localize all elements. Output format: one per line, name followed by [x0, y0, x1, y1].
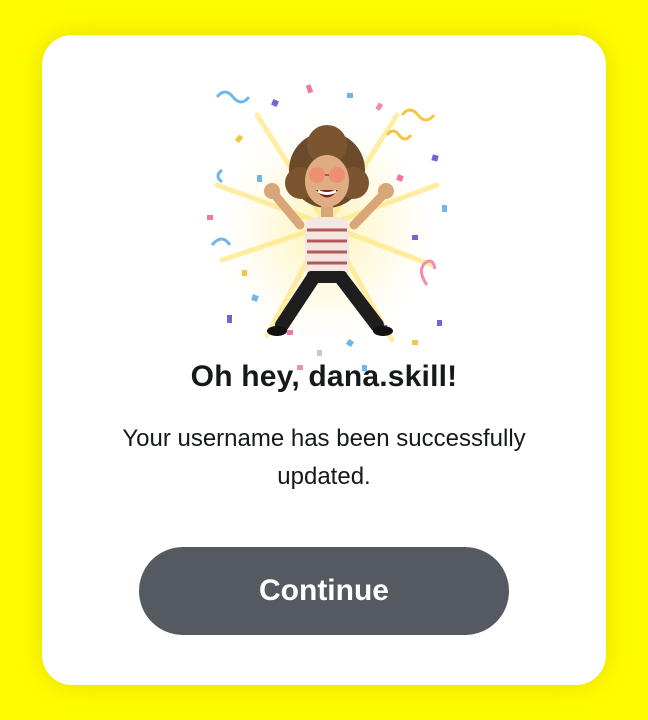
success-dialog: Oh hey, dana.skill! Your username has be…	[42, 35, 606, 685]
dialog-message: Your username has been successfully upda…	[122, 425, 526, 490]
dialog-title: Oh hey, dana.skill!	[190, 360, 458, 393]
bitmoji-celebration-avatar	[207, 84, 447, 371]
continue-button[interactable]: Continue	[139, 547, 509, 635]
